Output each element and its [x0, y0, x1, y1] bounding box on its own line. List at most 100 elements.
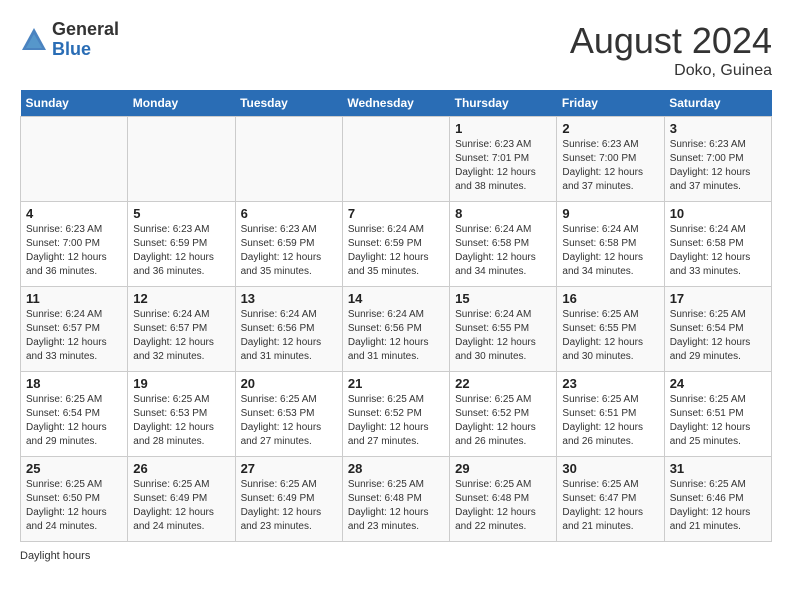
day-number: 6: [241, 206, 337, 221]
calendar-cell: 10 Sunrise: 6:24 AM Sunset: 6:58 PM Dayli…: [664, 202, 771, 287]
calendar-cell: 29 Sunrise: 6:25 AM Sunset: 6:48 PM Dayli…: [450, 457, 557, 542]
page-header: General Blue August 2024 Doko, Guinea: [20, 20, 772, 80]
calendar-cell: 14 Sunrise: 6:24 AM Sunset: 6:56 PM Dayli…: [342, 287, 449, 372]
calendar-cell: [235, 117, 342, 202]
title-area: August 2024 Doko, Guinea: [570, 20, 772, 80]
calendar-cell: 20Sunrise: 6:25 AM Sunset: 6:53 PM Dayli…: [235, 372, 342, 457]
day-number: 10: [670, 206, 766, 221]
logo-blue-text: Blue: [52, 40, 119, 60]
day-header-tuesday: Tuesday: [235, 90, 342, 117]
calendar-cell: 1 Sunrise: 6:23 AM Sunset: 7:01 PM Daylig…: [450, 117, 557, 202]
calendar-cell: 2Sunrise: 6:23 AM Sunset: 7:00 PM Daylig…: [557, 117, 664, 202]
day-info: Sunrise: 6:24 AM Sunset: 6:57 PM Dayligh…: [26, 308, 122, 364]
day-info: Sunrise: 6:25 AM Sunset: 6:50 PM Dayligh…: [26, 478, 122, 534]
day-info: Sunrise: 6:25 AM Sunset: 6:54 PM Dayligh…: [670, 308, 766, 364]
calendar-cell: 27Sunrise: 6:25 AM Sunset: 6:49 PM Dayli…: [235, 457, 342, 542]
day-number: 31: [670, 461, 766, 476]
day-number: 14: [348, 291, 444, 306]
calendar-table: SundayMondayTuesdayWednesdayThursdayFrid…: [20, 90, 772, 542]
calendar-cell: 18Sunrise: 6:25 AM Sunset: 6:54 PM Dayli…: [21, 372, 128, 457]
day-info: Sunrise: 6:25 AM Sunset: 6:49 PM Dayligh…: [241, 478, 337, 534]
day-number: 29: [455, 461, 551, 476]
day-number: 21: [348, 376, 444, 391]
day-info: Sunrise: 6:25 AM Sunset: 6:48 PM Dayligh…: [455, 478, 551, 534]
day-info: Sunrise: 6:23 AM Sunset: 7:00 PM Dayligh…: [562, 138, 658, 194]
day-number: 16: [562, 291, 658, 306]
calendar-cell: 13Sunrise: 6:24 AM Sunset: 6:56 PM Dayli…: [235, 287, 342, 372]
day-info: Sunrise: 6:24 AM Sunset: 6:56 PM Dayligh…: [241, 308, 337, 364]
day-info: Sunrise: 6:24 AM Sunset: 6:55 PM Dayligh…: [455, 308, 551, 364]
day-number: 25: [26, 461, 122, 476]
day-info: Sunrise: 6:25 AM Sunset: 6:51 PM Dayligh…: [670, 393, 766, 449]
day-info: Sunrise: 6:25 AM Sunset: 6:51 PM Dayligh…: [562, 393, 658, 449]
calendar-cell: 3Sunrise: 6:23 AM Sunset: 7:00 PM Daylig…: [664, 117, 771, 202]
calendar-cell: 8 Sunrise: 6:24 AM Sunset: 6:58 PM Daylig…: [450, 202, 557, 287]
day-info: Sunrise: 6:23 AM Sunset: 6:59 PM Dayligh…: [133, 223, 229, 279]
day-info: Sunrise: 6:23 AM Sunset: 6:59 PM Dayligh…: [241, 223, 337, 279]
logo-text: General Blue: [52, 20, 119, 60]
logo-general-text: General: [52, 20, 119, 40]
month-year: August 2024: [570, 20, 772, 62]
calendar-cell: [21, 117, 128, 202]
day-number: 30: [562, 461, 658, 476]
day-header-sunday: Sunday: [21, 90, 128, 117]
day-number: 28: [348, 461, 444, 476]
day-number: 17: [670, 291, 766, 306]
day-number: 15: [455, 291, 551, 306]
logo: General Blue: [20, 20, 119, 60]
calendar-cell: 30 Sunrise: 6:25 AM Sunset: 6:47 PM Dayli…: [557, 457, 664, 542]
day-number: 9: [562, 206, 658, 221]
calendar-cell: 6 Sunrise: 6:23 AM Sunset: 6:59 PM Daylig…: [235, 202, 342, 287]
day-number: 20: [241, 376, 337, 391]
day-info: Sunrise: 6:25 AM Sunset: 6:54 PM Dayligh…: [26, 393, 122, 449]
day-info: Sunrise: 6:25 AM Sunset: 6:52 PM Dayligh…: [348, 393, 444, 449]
day-info: Sunrise: 6:25 AM Sunset: 6:49 PM Dayligh…: [133, 478, 229, 534]
day-info: Sunrise: 6:24 AM Sunset: 6:56 PM Dayligh…: [348, 308, 444, 364]
day-number: 7: [348, 206, 444, 221]
day-header-wednesday: Wednesday: [342, 90, 449, 117]
calendar-cell: [128, 117, 235, 202]
calendar-cell: 23 Sunrise: 6:25 AM Sunset: 6:51 PM Dayli…: [557, 372, 664, 457]
day-number: 5: [133, 206, 229, 221]
week-row-5: 25 Sunrise: 6:25 AM Sunset: 6:50 PM Dayli…: [21, 457, 772, 542]
calendar-cell: 4 Sunrise: 6:23 AM Sunset: 7:00 PM Daylig…: [21, 202, 128, 287]
day-number: 8: [455, 206, 551, 221]
calendar-cell: 15 Sunrise: 6:24 AM Sunset: 6:55 PM Dayli…: [450, 287, 557, 372]
calendar-cell: 26 Sunrise: 6:25 AM Sunset: 6:49 PM Dayli…: [128, 457, 235, 542]
header-row: SundayMondayTuesdayWednesdayThursdayFrid…: [21, 90, 772, 117]
day-info: Sunrise: 6:25 AM Sunset: 6:47 PM Dayligh…: [562, 478, 658, 534]
day-number: 23: [562, 376, 658, 391]
day-header-saturday: Saturday: [664, 90, 771, 117]
calendar-cell: 12Sunrise: 6:24 AM Sunset: 6:57 PM Dayli…: [128, 287, 235, 372]
day-info: Sunrise: 6:24 AM Sunset: 6:58 PM Dayligh…: [455, 223, 551, 279]
day-info: Sunrise: 6:24 AM Sunset: 6:58 PM Dayligh…: [670, 223, 766, 279]
day-number: 24: [670, 376, 766, 391]
calendar-cell: 17 Sunrise: 6:25 AM Sunset: 6:54 PM Dayli…: [664, 287, 771, 372]
day-number: 3: [670, 121, 766, 136]
day-number: 4: [26, 206, 122, 221]
day-info: Sunrise: 6:24 AM Sunset: 6:59 PM Dayligh…: [348, 223, 444, 279]
calendar-cell: 31 Sunrise: 6:25 AM Sunset: 6:46 PM Dayli…: [664, 457, 771, 542]
day-number: 11: [26, 291, 122, 306]
day-number: 19: [133, 376, 229, 391]
week-row-2: 4 Sunrise: 6:23 AM Sunset: 7:00 PM Daylig…: [21, 202, 772, 287]
calendar-cell: [342, 117, 449, 202]
calendar-cell: 22Sunrise: 6:25 AM Sunset: 6:52 PM Dayli…: [450, 372, 557, 457]
day-info: Sunrise: 6:23 AM Sunset: 7:01 PM Dayligh…: [455, 138, 551, 194]
calendar-cell: 25 Sunrise: 6:25 AM Sunset: 6:50 PM Dayli…: [21, 457, 128, 542]
day-info: Sunrise: 6:24 AM Sunset: 6:58 PM Dayligh…: [562, 223, 658, 279]
day-info: Sunrise: 6:23 AM Sunset: 7:00 PM Dayligh…: [26, 223, 122, 279]
day-number: 22: [455, 376, 551, 391]
day-number: 26: [133, 461, 229, 476]
day-number: 12: [133, 291, 229, 306]
day-header-monday: Monday: [128, 90, 235, 117]
day-number: 1: [455, 121, 551, 136]
calendar-cell: 11 Sunrise: 6:24 AM Sunset: 6:57 PM Dayli…: [21, 287, 128, 372]
calendar-cell: 5 Sunrise: 6:23 AM Sunset: 6:59 PM Daylig…: [128, 202, 235, 287]
calendar-cell: 28Sunrise: 6:25 AM Sunset: 6:48 PM Dayli…: [342, 457, 449, 542]
calendar-cell: 21 Sunrise: 6:25 AM Sunset: 6:52 PM Dayli…: [342, 372, 449, 457]
calendar-cell: 24 Sunrise: 6:25 AM Sunset: 6:51 PM Dayli…: [664, 372, 771, 457]
day-info: Sunrise: 6:25 AM Sunset: 6:46 PM Dayligh…: [670, 478, 766, 534]
day-header-thursday: Thursday: [450, 90, 557, 117]
week-row-3: 11 Sunrise: 6:24 AM Sunset: 6:57 PM Dayli…: [21, 287, 772, 372]
